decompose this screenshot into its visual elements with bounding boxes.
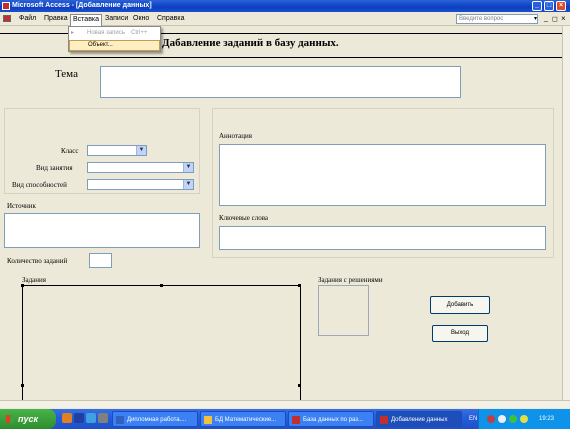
menu-file[interactable]: Файл (19, 15, 36, 22)
exit-button[interactable]: Выход (432, 325, 488, 342)
chevron-down-icon[interactable]: ▼ (183, 180, 193, 189)
source-field[interactable] (4, 213, 200, 248)
insert-dropdown-menu: ▸ Новая запись Ctrl++ Объект... (68, 26, 161, 52)
header-divider-bottom (0, 57, 562, 58)
tasks-object-frame[interactable] (21, 284, 301, 402)
tray-icon-2[interactable] (498, 415, 506, 423)
mdi-restore-icon[interactable]: ◻ (552, 15, 558, 23)
activity-label: Вид занятия (36, 164, 73, 172)
form-icon[interactable] (3, 15, 11, 22)
windows-logo-icon (6, 415, 14, 423)
word-icon (116, 416, 124, 424)
system-tray: EN 19:23 (469, 409, 570, 429)
menu-item-new-record[interactable]: ▸ Новая запись Ctrl++ (69, 28, 160, 39)
tray-icon-1[interactable] (487, 415, 495, 423)
form-icon (380, 416, 388, 424)
menu-edit[interactable]: Правка (44, 15, 68, 22)
menu-window[interactable]: Окно (133, 15, 149, 22)
chevron-down-icon[interactable]: ▼ (136, 146, 146, 155)
access-icon (292, 416, 300, 424)
help-search-input[interactable]: Введите вопрос (456, 14, 538, 24)
start-button[interactable]: пуск (0, 409, 56, 429)
help-dropdown-icon[interactable]: ▾ (534, 15, 537, 22)
annotation-label: Аннотация (219, 132, 252, 140)
taskbar-button-2[interactable]: БД Математические... (200, 411, 286, 427)
add-button[interactable]: Добавить (430, 296, 490, 314)
menu-help[interactable]: Справка (157, 15, 184, 22)
form-area: Дабавление заданий в базу данных. Тема К… (0, 26, 562, 402)
tray-icon-3[interactable] (509, 415, 517, 423)
taskbar-button-4[interactable]: Добавление данных (376, 411, 462, 427)
quicklaunch-icon[interactable] (62, 413, 72, 423)
title-bar: Microsoft Access - [Добавление данных] _… (0, 0, 570, 12)
quicklaunch-desktop-icon[interactable] (98, 413, 108, 423)
horizontal-scrollbar[interactable] (0, 400, 570, 408)
topic-label: Тема (55, 68, 78, 80)
new-record-icon: ▸ (71, 30, 75, 36)
taskbar-button-1[interactable]: Дипломная работа.... (112, 411, 198, 427)
ability-label: Вид способностей (12, 181, 67, 189)
clock: 19:23 (539, 416, 555, 422)
task-count-field[interactable] (89, 253, 112, 268)
mdi-minimize-icon[interactable]: _ (544, 15, 548, 22)
source-label: Источник (7, 202, 36, 210)
maximize-button[interactable]: □ (544, 1, 554, 11)
solutions-label: Задания с решениями (318, 276, 383, 284)
window-title: Microsoft Access - [Добавление данных] (12, 2, 152, 9)
mdi-close-icon[interactable]: × (561, 14, 566, 23)
ability-combo[interactable]: ▼ (87, 179, 194, 190)
tasks-label: Задания (22, 276, 46, 284)
lang-indicator[interactable]: EN (469, 409, 477, 429)
task-count-label: Количество заданий (7, 257, 68, 265)
solutions-object-frame[interactable] (318, 285, 369, 336)
taskbar-button-3[interactable]: База данных по раз... (288, 411, 374, 427)
menu-records[interactable]: Записи (105, 15, 128, 22)
minimize-button[interactable]: _ (532, 1, 542, 11)
close-button[interactable]: × (556, 1, 566, 11)
vertical-scrollbar[interactable] (562, 26, 570, 400)
quicklaunch-tv-icon[interactable] (74, 413, 84, 423)
activity-combo[interactable]: ▼ (87, 162, 194, 173)
quicklaunch-ie-icon[interactable] (86, 413, 96, 423)
folder-icon (204, 416, 212, 424)
keywords-label: Ключевые слова (219, 214, 269, 222)
tray-icon-4[interactable] (520, 415, 528, 423)
access-app-icon (2, 2, 10, 10)
class-label: Класс (61, 147, 79, 155)
keywords-field[interactable] (219, 226, 546, 250)
class-combo[interactable]: ▼ (87, 145, 147, 156)
chevron-down-icon[interactable]: ▼ (183, 163, 193, 172)
menu-item-object[interactable]: Объект... (69, 40, 160, 51)
annotation-field[interactable] (219, 144, 546, 206)
topic-field[interactable] (100, 66, 461, 98)
form-heading: Дабавление заданий в базу данных. (162, 37, 339, 49)
